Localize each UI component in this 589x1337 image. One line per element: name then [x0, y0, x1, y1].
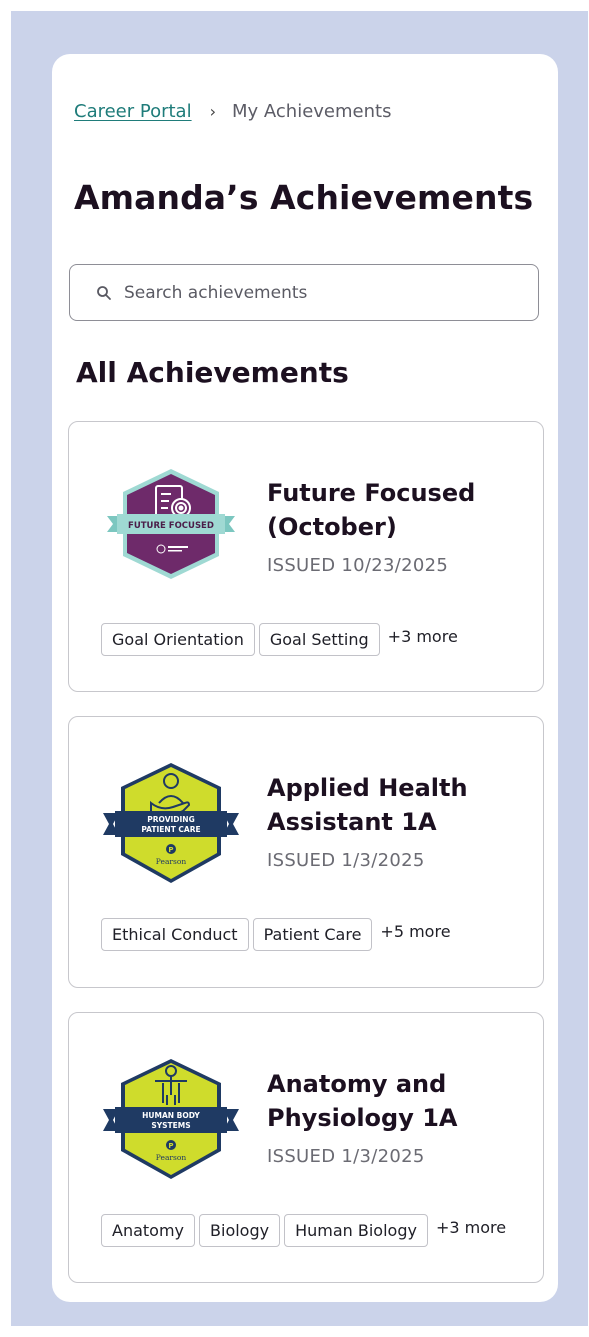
achievement-title[interactable]: Anatomy and Physiology 1A [267, 1067, 527, 1135]
skill-tag: Anatomy [101, 1214, 196, 1247]
issued-date: ISSUED 1/3/2025 [267, 850, 425, 871]
breadcrumb-link-career-portal[interactable]: Career Portal [74, 101, 192, 122]
skill-tag: Goal Orientation [101, 623, 255, 656]
svg-text:P: P [168, 1142, 173, 1150]
skill-tag: Human Biology [284, 1214, 428, 1247]
more-tags-link[interactable]: +3 more [388, 627, 458, 646]
search-icon [96, 285, 112, 301]
badge-future-focused: FUTURE FOCUSED [101, 464, 241, 594]
skill-tag: Patient Care [252, 918, 373, 951]
chevron-right-icon: › [209, 102, 216, 121]
breadcrumb: Career Portal › My Achievements [74, 101, 391, 122]
issued-date: ISSUED 1/3/2025 [267, 1146, 425, 1167]
tag-list: Ethical Conduct Patient Care +5 more [101, 918, 451, 951]
tag-list: Goal Orientation Goal Setting +3 more [101, 623, 458, 656]
badge-label-line2: PATIENT CARE [141, 825, 200, 834]
search-input[interactable]: Search achievements [69, 264, 539, 321]
achievement-card[interactable]: PROVIDING PATIENT CARE P Pearson Applied… [68, 716, 544, 988]
badge-human-body-systems: HUMAN BODY SYSTEMS P Pearson [101, 1055, 241, 1185]
more-tags-link[interactable]: +5 more [380, 922, 450, 941]
page-title: Amanda’s Achievements [74, 178, 534, 217]
issued-date: ISSUED 10/23/2025 [267, 555, 449, 576]
breadcrumb-current: My Achievements [232, 101, 392, 122]
badge-label-line1: PROVIDING [147, 815, 195, 824]
achievement-card[interactable]: HUMAN BODY SYSTEMS P Pearson Anatomy and… [68, 1012, 544, 1283]
achievement-title[interactable]: Future Focused (October) [267, 476, 527, 544]
badge-providing-patient-care: PROVIDING PATIENT CARE P Pearson [101, 759, 241, 889]
badge-label: FUTURE FOCUSED [128, 521, 214, 531]
badge-label-line1: HUMAN BODY [142, 1111, 200, 1120]
svg-text:P: P [168, 846, 173, 854]
skill-tag: Ethical Conduct [101, 918, 249, 951]
search-placeholder: Search achievements [124, 282, 308, 303]
badge-brand: Pearson [156, 1153, 187, 1162]
achievement-title[interactable]: Applied Health Assistant 1A [267, 771, 527, 839]
badge-label-line2: SYSTEMS [151, 1121, 190, 1130]
tag-list: Anatomy Biology Human Biology +3 more [101, 1214, 506, 1247]
skill-tag: Goal Setting [258, 623, 380, 656]
section-title: All Achievements [76, 356, 349, 389]
skill-tag: Biology [199, 1214, 281, 1247]
badge-brand: Pearson [156, 857, 187, 866]
achievement-card[interactable]: FUTURE FOCUSED Future Focused (October) … [68, 421, 544, 692]
more-tags-link[interactable]: +3 more [436, 1218, 506, 1237]
